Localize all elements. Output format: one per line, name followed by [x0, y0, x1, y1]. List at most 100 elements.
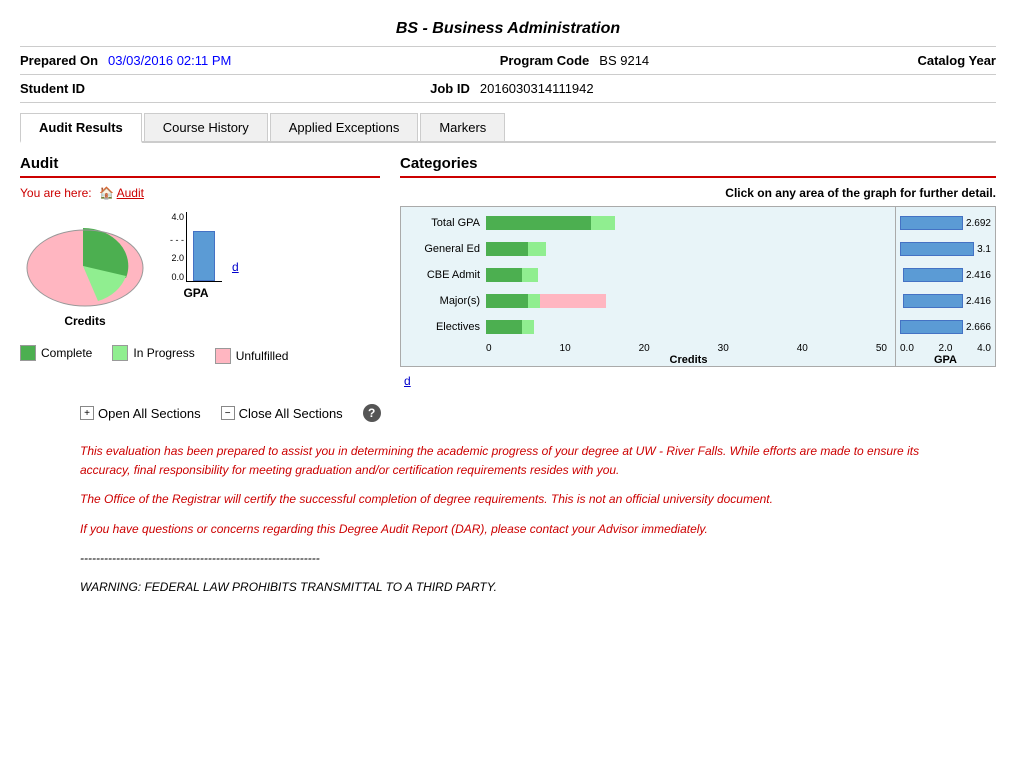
- gpa-x-axis-labels: 0.0 2.0 4.0: [900, 343, 991, 354]
- seg-inprogress: [591, 216, 615, 230]
- gpa-bar-electives: [900, 320, 963, 334]
- disclaimer-p3: If you have questions or concerns regard…: [80, 520, 936, 539]
- bar-row-cbeadmit[interactable]: CBE Admit: [405, 265, 891, 285]
- bar-segments-electives: [486, 319, 534, 335]
- seg-inprogress: [522, 268, 538, 282]
- bar-label-majors: Major(s): [405, 295, 480, 307]
- categories-hint: Click on any area of the graph for furth…: [400, 186, 996, 200]
- seg-complete: [486, 294, 528, 308]
- bar-label-electives: Electives: [405, 321, 480, 333]
- credits-label: Credits: [64, 314, 105, 328]
- seg-complete: [486, 216, 591, 230]
- gpa-bar-row-generaled[interactable]: 3.1: [900, 239, 991, 259]
- bar-segments-totalgpa: [486, 215, 615, 231]
- bar-row-electives[interactable]: Electives: [405, 317, 891, 337]
- seg-inprogress: [528, 242, 546, 256]
- legend-inprogress: In Progress: [112, 342, 194, 364]
- seg-inprogress: [528, 294, 540, 308]
- complete-label: Complete: [41, 346, 92, 360]
- x-axis-labels: 0 10 20 30 40 50: [486, 343, 891, 354]
- tab-course-history[interactable]: Course History: [144, 113, 268, 141]
- bar-label-generaled: General Ed: [405, 243, 480, 255]
- gpa-bar-row-totalgpa[interactable]: 2.692: [900, 213, 991, 233]
- help-icon[interactable]: ?: [363, 404, 381, 422]
- gpa-value-totalgpa: 2.692: [966, 218, 991, 229]
- prepared-on-label: Prepared On: [20, 53, 98, 68]
- unfulfilled-label: Unfulfilled: [236, 349, 289, 363]
- gpa-value-majors: 2.416: [966, 296, 991, 307]
- tab-markers[interactable]: Markers: [420, 113, 505, 141]
- close-all-label: Close All Sections: [239, 406, 343, 421]
- complete-color-box: [20, 345, 36, 361]
- job-id-label: Job ID: [430, 81, 470, 96]
- gpa-bar-cbeadmit: [903, 268, 963, 282]
- breadcrumb-link[interactable]: Audit: [117, 186, 144, 200]
- gpa-bar-row-majors[interactable]: 2.416: [900, 291, 991, 311]
- prepared-on-value: 03/03/2016 02:11 PM: [108, 53, 231, 68]
- gpa-axis-labels: 4.0 - - - 2.0 0.0: [170, 212, 186, 282]
- disclaimer: This evaluation has been prepared to ass…: [20, 442, 996, 597]
- breadcrumb-text: You are here:: [20, 186, 92, 200]
- gpa-bar-generaled: [900, 242, 974, 256]
- page-title: BS - Business Administration: [20, 10, 996, 47]
- bar-row-generaled[interactable]: General Ed: [405, 239, 891, 259]
- unfulfilled-color-box: [215, 348, 231, 364]
- program-code-value: BS 9214: [599, 53, 649, 68]
- gpa-bar-totalgpa: [900, 216, 963, 230]
- legend: Complete In Progress Unfulfilled: [20, 342, 380, 364]
- bar-segments-majors: [486, 293, 606, 309]
- chart-area: Total GPA General Ed: [400, 206, 996, 367]
- meta-section-2: Student ID Job ID 2016030314111942 place…: [20, 75, 996, 103]
- inprogress-label: In Progress: [133, 346, 194, 360]
- bar-chart-main[interactable]: Total GPA General Ed: [400, 206, 896, 367]
- categories-panel: Categories Click on any area of the grap…: [400, 155, 996, 388]
- catalog-year-label: Catalog Year: [917, 53, 996, 68]
- action-row: + Open All Sections − Close All Sections…: [20, 404, 996, 422]
- gpa-axis-title: GPA: [900, 354, 991, 366]
- disclaimer-p1: This evaluation has been prepared to ass…: [80, 442, 936, 480]
- close-all-icon: −: [221, 406, 235, 420]
- audit-section-title: Audit: [20, 155, 380, 178]
- close-all-sections-button[interactable]: − Close All Sections: [221, 406, 343, 421]
- gpa-bar-wrapper: 4.0 - - - 2.0 0.0 GPA: [170, 210, 222, 300]
- open-all-label: Open All Sections: [98, 406, 201, 421]
- inprogress-color-box: [112, 345, 128, 361]
- bar-label-cbeadmit: CBE Admit: [405, 269, 480, 281]
- bar-segments-generaled: [486, 241, 546, 257]
- gpa-value-cbeadmit: 2.416: [966, 270, 991, 281]
- pie-chart[interactable]: [20, 210, 150, 310]
- bar-label-totalgpa: Total GPA: [405, 217, 480, 229]
- disclaimer-p2: The Office of the Registrar will certify…: [80, 490, 936, 509]
- tab-applied-exceptions[interactable]: Applied Exceptions: [270, 113, 419, 141]
- seg-complete: [486, 242, 528, 256]
- disclaimer-warning: WARNING: FEDERAL LAW PROHIBITS TRANSMITT…: [80, 578, 936, 597]
- gpa-side-chart[interactable]: 2.692 3.1 2.416 2.416: [896, 206, 996, 367]
- d-link-categories[interactable]: d: [404, 374, 411, 388]
- program-code-label: Program Code: [500, 53, 590, 68]
- content-area: Audit You are here: 🏠 Audit: [20, 143, 996, 388]
- job-id-value: 2016030314111942: [480, 81, 594, 96]
- audit-panel: Audit You are here: 🏠 Audit: [20, 155, 380, 388]
- gpa-bar: [193, 231, 215, 281]
- gpa-value-electives: 2.666: [966, 322, 991, 333]
- seg-complete: [486, 268, 522, 282]
- breadcrumb: You are here: 🏠 Audit: [20, 186, 380, 200]
- d-link-right[interactable]: d: [232, 260, 239, 274]
- house-icon: 🏠: [99, 186, 114, 200]
- bar-row-totalgpa[interactable]: Total GPA: [405, 213, 891, 233]
- seg-inprogress: [522, 320, 534, 334]
- student-id-label: Student ID: [20, 81, 85, 96]
- disclaimer-divider: ----------------------------------------…: [80, 549, 936, 568]
- bar-row-majors[interactable]: Major(s): [405, 291, 891, 311]
- open-all-sections-button[interactable]: + Open All Sections: [80, 406, 201, 421]
- gpa-bar-row-cbeadmit[interactable]: 2.416: [900, 265, 991, 285]
- gpa-label: GPA: [183, 286, 208, 300]
- gpa-bar-row-electives[interactable]: 2.666: [900, 317, 991, 337]
- meta-section: Prepared On 03/03/2016 02:11 PM Program …: [20, 47, 996, 75]
- bar-segments-cbeadmit: [486, 267, 538, 283]
- tab-audit-results[interactable]: Audit Results: [20, 113, 142, 143]
- charts-container: Credits 4.0 - - - 2.0 0.0: [20, 210, 380, 328]
- gpa-bar-majors: [903, 294, 963, 308]
- tabs-row: Audit Results Course History Applied Exc…: [20, 113, 996, 143]
- categories-section-title: Categories: [400, 155, 996, 178]
